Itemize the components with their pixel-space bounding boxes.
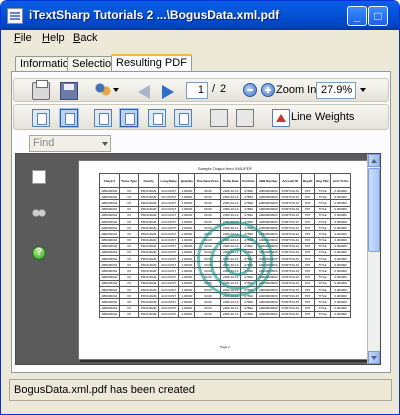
doc-header-cell: Account ID bbox=[279, 173, 302, 188]
previous-page-icon[interactable] bbox=[138, 85, 150, 99]
pdf-viewer[interactable]: ? Sample Output from XML/PDF Check # Tran… bbox=[15, 153, 381, 365]
doc-table-cell: XX bbox=[118, 310, 140, 318]
scroll-up-button[interactable] bbox=[368, 154, 380, 167]
doc-header-cell: County bbox=[138, 173, 159, 188]
rotate-right-icon[interactable] bbox=[236, 109, 254, 127]
zoom-level-value: 27.9% bbox=[321, 84, 353, 96]
save-icon[interactable] bbox=[60, 82, 78, 100]
doc-table-row: AB0000042 XX PROGRAM ACCOUNT 1.00000 00.00 200… bbox=[99, 310, 351, 318]
doc-table-cell: 00.00 bbox=[194, 310, 222, 318]
doc-table-cell: PORTFOLIO bbox=[279, 310, 302, 318]
menu-file-accel: F bbox=[14, 32, 21, 44]
doc-header-cell: Check # bbox=[99, 173, 120, 188]
doc-table-cell: P07 bbox=[300, 310, 315, 318]
title-bar[interactable]: iTextSharp Tutorials 2 ...\BogusData.xml… bbox=[1, 1, 399, 30]
pdf-page: Sample Output from XML/PDF Check # Trans … bbox=[78, 160, 372, 360]
doc-header-cell: Long Name bbox=[157, 173, 180, 188]
scroll-thumb[interactable] bbox=[368, 168, 380, 252]
next-page-icon[interactable] bbox=[162, 85, 174, 99]
menu-back[interactable]: Back bbox=[73, 32, 97, 44]
continuous-page-icon[interactable] bbox=[120, 109, 138, 127]
page-total: 2 bbox=[220, 83, 227, 95]
doc-header-cell: Purchase Price bbox=[194, 173, 222, 188]
doc-header-cell: Portfolio bbox=[239, 173, 258, 188]
find-input[interactable]: Find bbox=[29, 135, 111, 152]
minimize-button[interactable]: _ bbox=[347, 6, 367, 26]
window-title: iTextSharp Tutorials 2 ...\BogusData.xml… bbox=[29, 8, 280, 22]
find-dropdown-icon[interactable] bbox=[102, 142, 108, 146]
single-page-icon[interactable] bbox=[32, 109, 50, 127]
doc-header-cell: ABN Number bbox=[256, 173, 281, 188]
app-icon bbox=[7, 8, 23, 24]
doc-header-cell: Trans Type bbox=[118, 173, 140, 188]
fit-page-icon[interactable] bbox=[60, 109, 78, 127]
search-binoculars-icon[interactable] bbox=[32, 206, 46, 220]
line-weights-label[interactable]: Line Weights bbox=[291, 111, 354, 123]
doc-table-cell: AB0000042 bbox=[99, 310, 120, 318]
print-icon[interactable] bbox=[32, 80, 50, 100]
doc-table-cell: 2006-10-10 bbox=[220, 310, 241, 318]
doc-header-cell: Reg Title bbox=[313, 173, 332, 188]
doc-header-cell: Quantity bbox=[178, 173, 196, 188]
zoom-level-select[interactable]: 27.9% bbox=[316, 82, 356, 99]
page-separator: / bbox=[212, 83, 216, 95]
doc-table-cell: 0.000000 bbox=[330, 310, 351, 318]
doc-table-cell: PROGRAM bbox=[138, 310, 159, 318]
help-icon[interactable]: ? bbox=[32, 246, 46, 260]
doc-header-cell: Reg ID bbox=[300, 173, 315, 188]
line-weights-icon[interactable] bbox=[272, 109, 290, 127]
vertical-scrollbar[interactable] bbox=[367, 154, 380, 364]
zoom-out-icon[interactable] bbox=[243, 83, 257, 97]
doc-table-cell: A0000000000 bbox=[256, 310, 281, 318]
menu-file[interactable]: File bbox=[14, 32, 32, 44]
page-footer: Page 1 bbox=[220, 345, 230, 349]
status-bar: BogusData.xml.pdf has been created bbox=[9, 379, 392, 401]
doc-table-cell: TITLE bbox=[313, 310, 332, 318]
document-title: Sample Output from XML/PDF bbox=[197, 166, 253, 171]
doc-header-cell: Acct To Do bbox=[330, 173, 351, 188]
tab-resulting-pdf[interactable]: Resulting PDF bbox=[111, 54, 192, 72]
menu-back-label: ack bbox=[80, 32, 98, 44]
page-number-input[interactable]: 1 bbox=[186, 82, 208, 99]
doc-table-cell: 1.00000 bbox=[178, 310, 196, 318]
toolbar-navigation: 1 / 2 Zoom In 27.9% bbox=[13, 78, 389, 102]
status-text: BogusData.xml.pdf has been created bbox=[14, 384, 196, 396]
pages-panel-icon[interactable] bbox=[32, 170, 46, 184]
watermark-graphic bbox=[197, 221, 273, 297]
doc-header-cell: Settle Date bbox=[220, 173, 241, 188]
zoom-in-label[interactable]: Zoom In bbox=[276, 84, 316, 96]
doc-table-cell: ACCOUNT bbox=[157, 310, 180, 318]
menu-help[interactable]: Help bbox=[42, 32, 65, 44]
doc-table-cell: A7892 bbox=[239, 310, 258, 318]
two-column-icon[interactable] bbox=[174, 109, 192, 127]
zoom-in-icon[interactable] bbox=[261, 83, 275, 97]
rotate-left-icon[interactable] bbox=[210, 109, 228, 127]
find-placeholder: Find bbox=[33, 137, 55, 149]
menu-bar: File Help Back bbox=[3, 30, 398, 48]
menu-help-label: elp bbox=[49, 32, 65, 44]
users-dropdown-icon[interactable] bbox=[113, 88, 119, 92]
menu-help-accel: H bbox=[42, 32, 50, 44]
two-page-icon[interactable] bbox=[148, 109, 166, 127]
maximize-button[interactable]: □ bbox=[368, 6, 388, 26]
document-table-header: Check # Trans Type County Long Name Quantity… bbox=[99, 173, 351, 188]
scroll-down-button[interactable] bbox=[368, 351, 380, 364]
zoom-dropdown-icon[interactable] bbox=[360, 88, 366, 92]
toolbar-view: Line Weights bbox=[13, 104, 389, 130]
users-icon[interactable] bbox=[94, 82, 112, 100]
menu-file-label: ile bbox=[20, 32, 32, 44]
one-column-icon[interactable] bbox=[94, 109, 112, 127]
app-window: iTextSharp Tutorials 2 ...\BogusData.xml… bbox=[0, 0, 400, 415]
